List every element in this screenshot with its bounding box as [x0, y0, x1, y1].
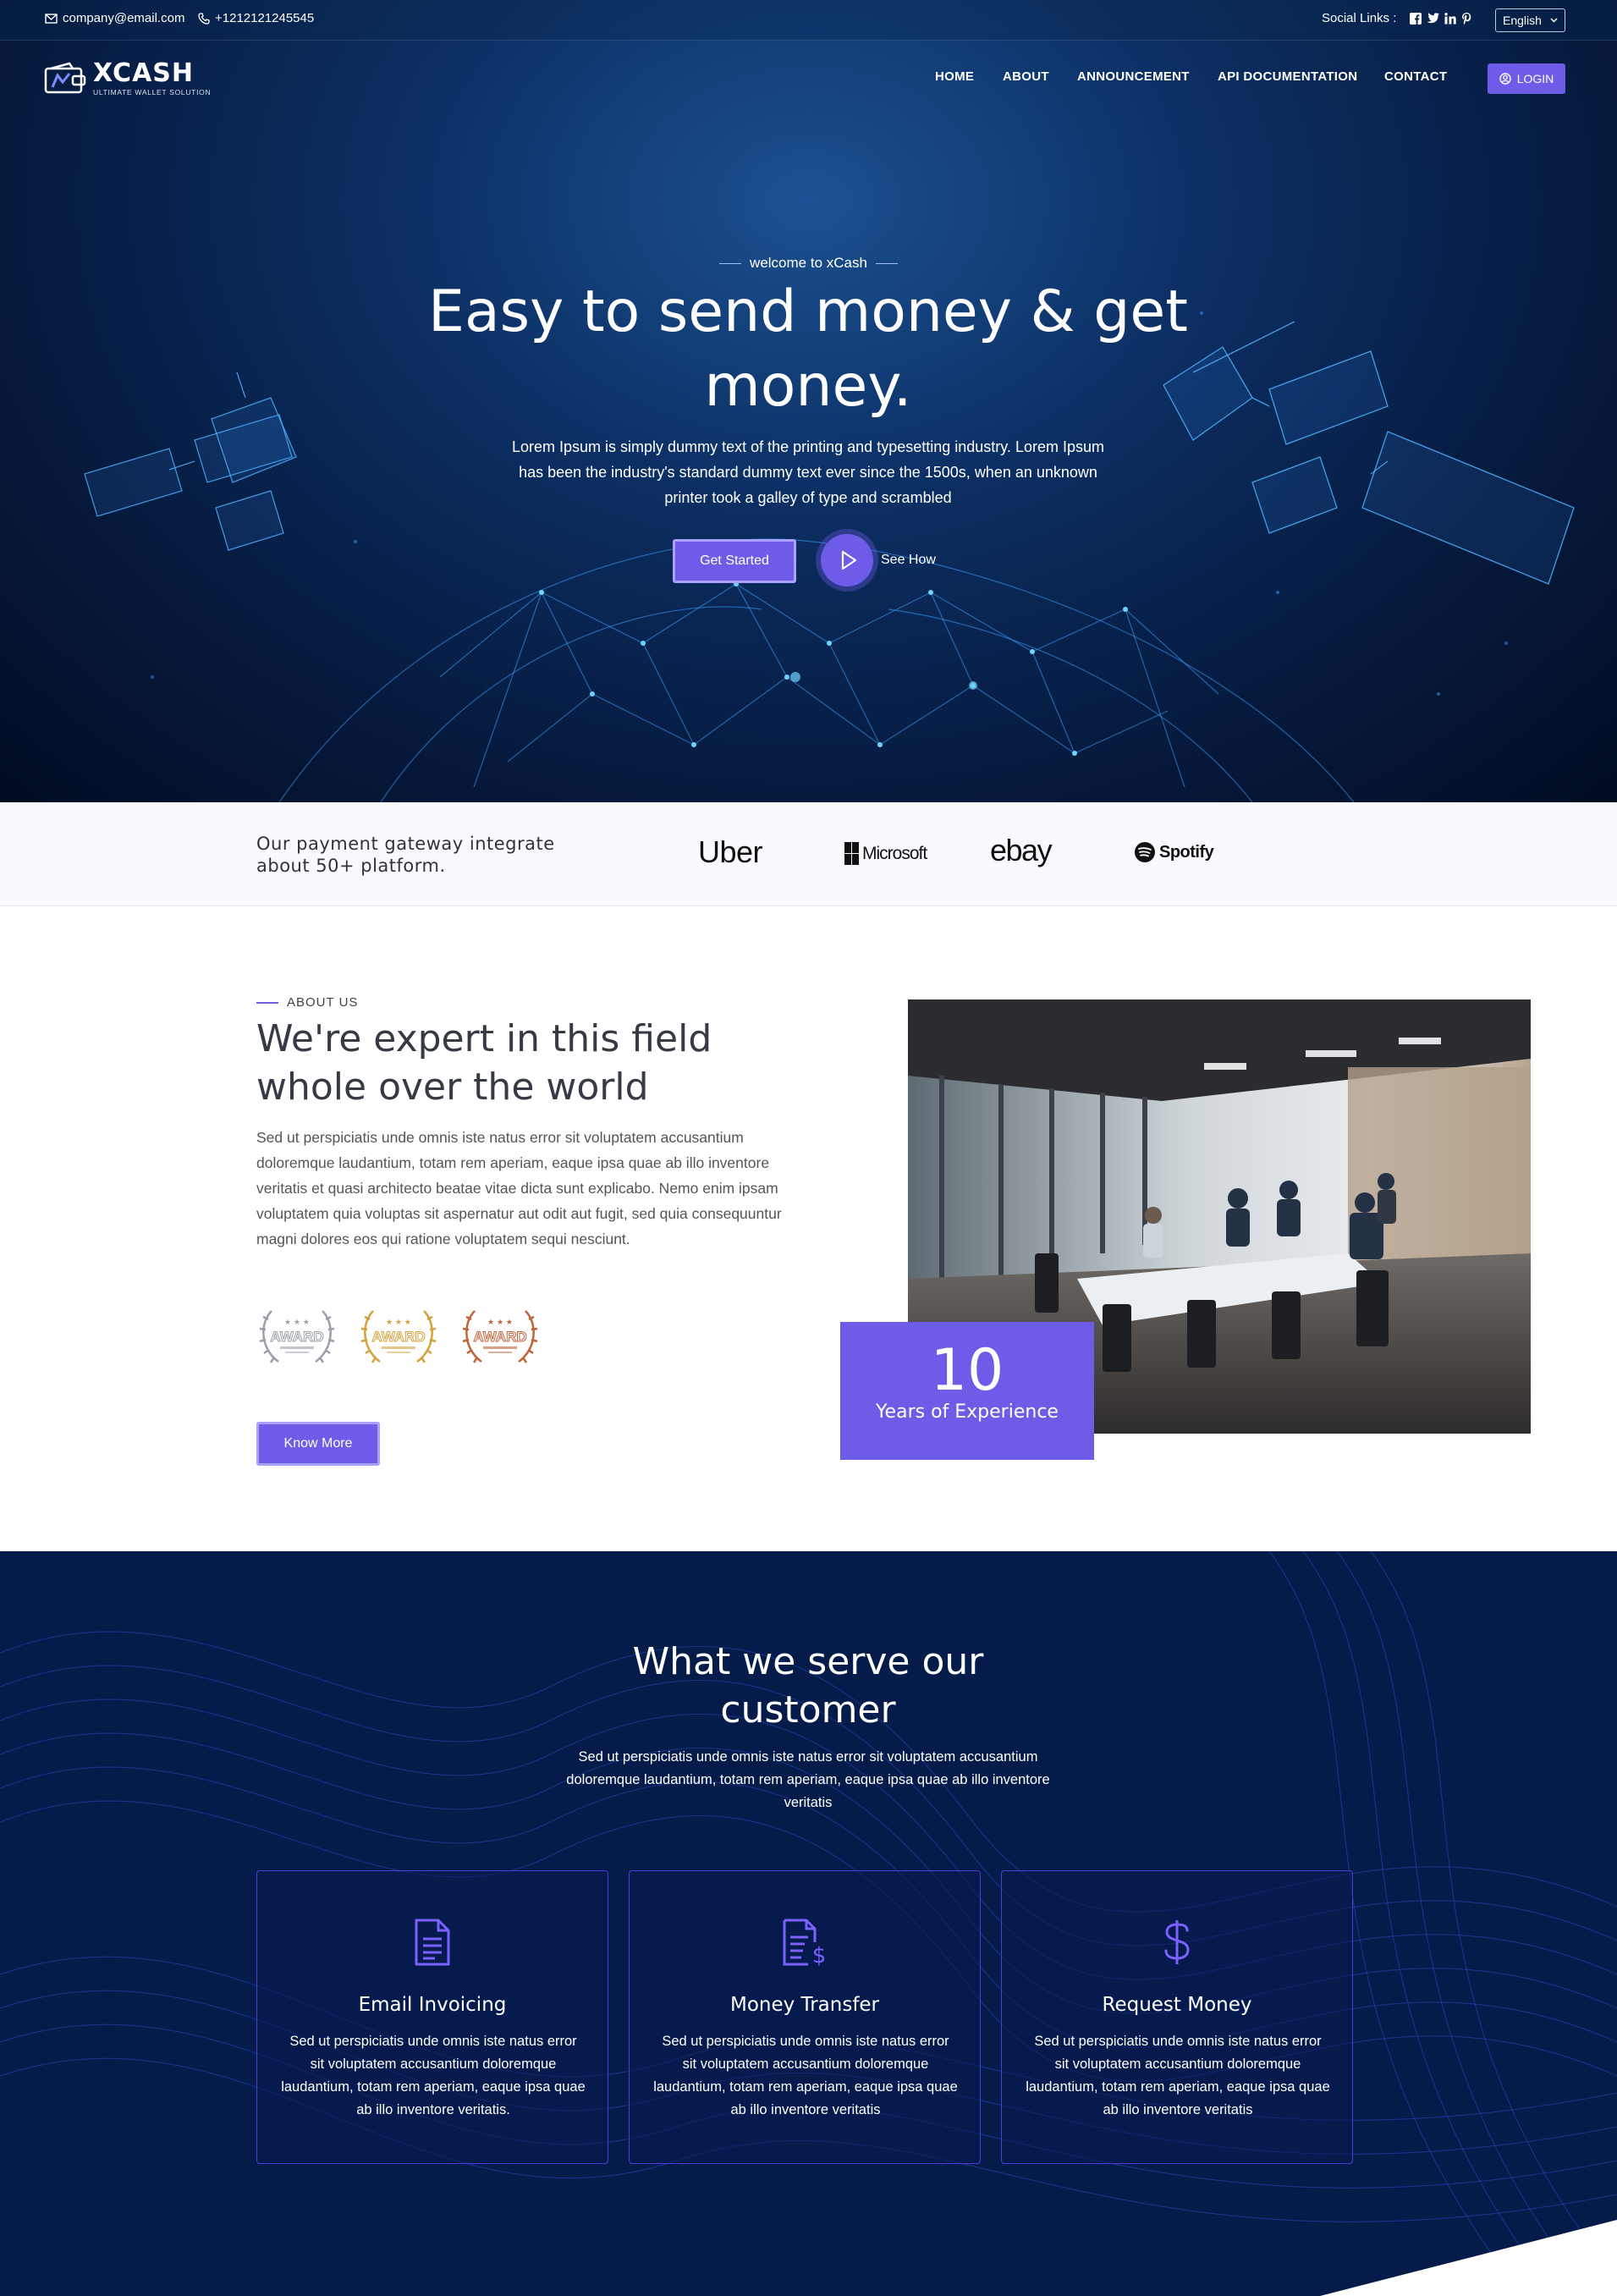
hero-eyebrow-text: welcome to xCash [750, 255, 867, 271]
hero-eyebrow: welcome to xCash [0, 255, 1617, 272]
partners-text: Our payment gateway integrate about 50+ … [256, 834, 555, 876]
award-label-2: AWARD [371, 1329, 425, 1345]
facebook-icon[interactable] [1410, 12, 1422, 25]
logo-wordmark: XCASH [93, 58, 195, 88]
top-bar: company@email.com +1212121245545 Social … [0, 0, 1617, 41]
partners-strip: Our payment gateway integrate about 50+ … [0, 802, 1617, 906]
about-text: Sed ut perspiciatis unde omnis iste natu… [256, 1129, 782, 1247]
nav-about[interactable]: ABOUT [1003, 69, 1049, 84]
social-links: Social Links : [1322, 11, 1472, 25]
svg-text:★ ★ ★: ★ ★ ★ [284, 1319, 310, 1327]
brand-spotify: Spotify [1134, 841, 1214, 863]
nav-home[interactable]: HOME [935, 69, 974, 84]
award-badge-gold: AWARD ★ ★ ★ [358, 1302, 439, 1370]
site-logo[interactable]: XCASH ULTIMATE WALLET SOLUTION [44, 61, 211, 96]
service-text-2: Sed ut perspiciatis unde omnis iste natu… [653, 2034, 958, 2117]
award-label-3: AWARD [473, 1329, 526, 1345]
service-text-3: Sed ut perspiciatis unde omnis iste natu… [1026, 2034, 1330, 2117]
phone-icon [198, 12, 210, 25]
linkedin-icon[interactable] [1444, 12, 1457, 25]
play-icon [841, 550, 857, 570]
invoice-icon [257, 1919, 608, 1969]
brand-microsoft: Microsoft [844, 842, 927, 866]
language-select[interactable]: English [1495, 8, 1565, 32]
contact-email[interactable]: company@email.com [45, 11, 184, 25]
about-title: We're expert in this field whole over th… [256, 1017, 712, 1109]
get-started-button[interactable]: Get Started [673, 539, 796, 583]
phone-text: +1212121245545 [215, 11, 315, 25]
experience-label: Years of Experience [876, 1401, 1059, 1423]
brand-spotify-text: Spotify [1159, 842, 1214, 862]
user-circle-icon [1499, 73, 1511, 85]
service-card-request-money[interactable]: Request Money Sed ut perspiciatis unde o… [1001, 1870, 1353, 2164]
award-badge-silver: AWARD ★ ★ ★ [256, 1302, 338, 1370]
hero-text: Lorem Ipsum is simply dummy text of the … [512, 438, 1104, 506]
logo-tagline: ULTIMATE WALLET SOLUTION [93, 88, 212, 96]
pinterest-icon[interactable] [1461, 12, 1472, 25]
microsoft-logo-icon [844, 842, 860, 866]
about-section: ABOUT US We're expert in this field whol… [0, 906, 1617, 1551]
dollar-icon [1002, 1919, 1352, 1969]
experience-number: 10 [930, 1337, 1004, 1404]
social-label: Social Links : [1322, 11, 1397, 25]
login-label: LOGIN [1516, 72, 1554, 85]
service-title-3: Request Money [1102, 1994, 1252, 2016]
brand-uber: Uber [698, 834, 763, 869]
service-card-money-transfer[interactable]: $ Money Transfer Sed ut perspiciatis und… [629, 1870, 981, 2164]
email-text: company@email.com [63, 11, 185, 25]
see-how-link[interactable]: See How [881, 553, 936, 568]
play-video-button[interactable] [821, 534, 873, 586]
svg-text:★ ★ ★: ★ ★ ★ [487, 1319, 513, 1327]
money-transfer-icon: $ [630, 1919, 980, 1969]
service-card-email-invoicing[interactable]: Email Invoicing Sed ut perspiciatis unde… [256, 1870, 608, 2164]
nav-announcement[interactable]: ANNOUNCEMENT [1077, 69, 1190, 84]
service-title-2: Money Transfer [729, 1994, 880, 2016]
language-value: English [1503, 14, 1542, 27]
contact-phone[interactable]: +1212121245545 [198, 11, 314, 25]
services-title: What we serve our customer [632, 1640, 984, 1732]
chevron-down-icon [1550, 18, 1558, 23]
brand-microsoft-text: Microsoft [862, 844, 927, 863]
brand-ebay: ebay [990, 833, 1053, 867]
wallet-logo-icon [44, 62, 86, 96]
service-text-1: Sed ut perspiciatis unde omnis iste natu… [281, 2034, 586, 2117]
mail-icon [45, 13, 58, 24]
svg-text:★ ★ ★: ★ ★ ★ [386, 1319, 411, 1327]
nav-contact[interactable]: CONTACT [1384, 69, 1447, 84]
spotify-logo-icon [1134, 841, 1156, 863]
award-label-1: AWARD [270, 1329, 323, 1345]
hero-title: Easy to send money & get money. [428, 278, 1188, 420]
hero-section: company@email.com +1212121245545 Social … [0, 0, 1617, 802]
about-eyebrow: ABOUT US [256, 995, 358, 1010]
service-title-1: Email Invoicing [358, 1994, 507, 2016]
nav-api-documentation[interactable]: API DOCUMENTATION [1218, 69, 1357, 84]
award-badge-bronze: AWARD ★ ★ ★ [459, 1302, 541, 1370]
experience-badge: 10 Years of Experience [840, 1322, 1094, 1460]
know-more-button[interactable]: Know More [256, 1422, 380, 1466]
about-eyebrow-text: ABOUT US [287, 995, 359, 1010]
services-section: What we serve our customer Sed ut perspi… [0, 1551, 1617, 2296]
twitter-icon[interactable] [1427, 13, 1440, 24]
svg-text:$: $ [812, 1943, 827, 1966]
login-button[interactable]: LOGIN [1488, 63, 1565, 94]
services-text: Sed ut perspiciatis unde omnis iste natu… [566, 1749, 1050, 1810]
